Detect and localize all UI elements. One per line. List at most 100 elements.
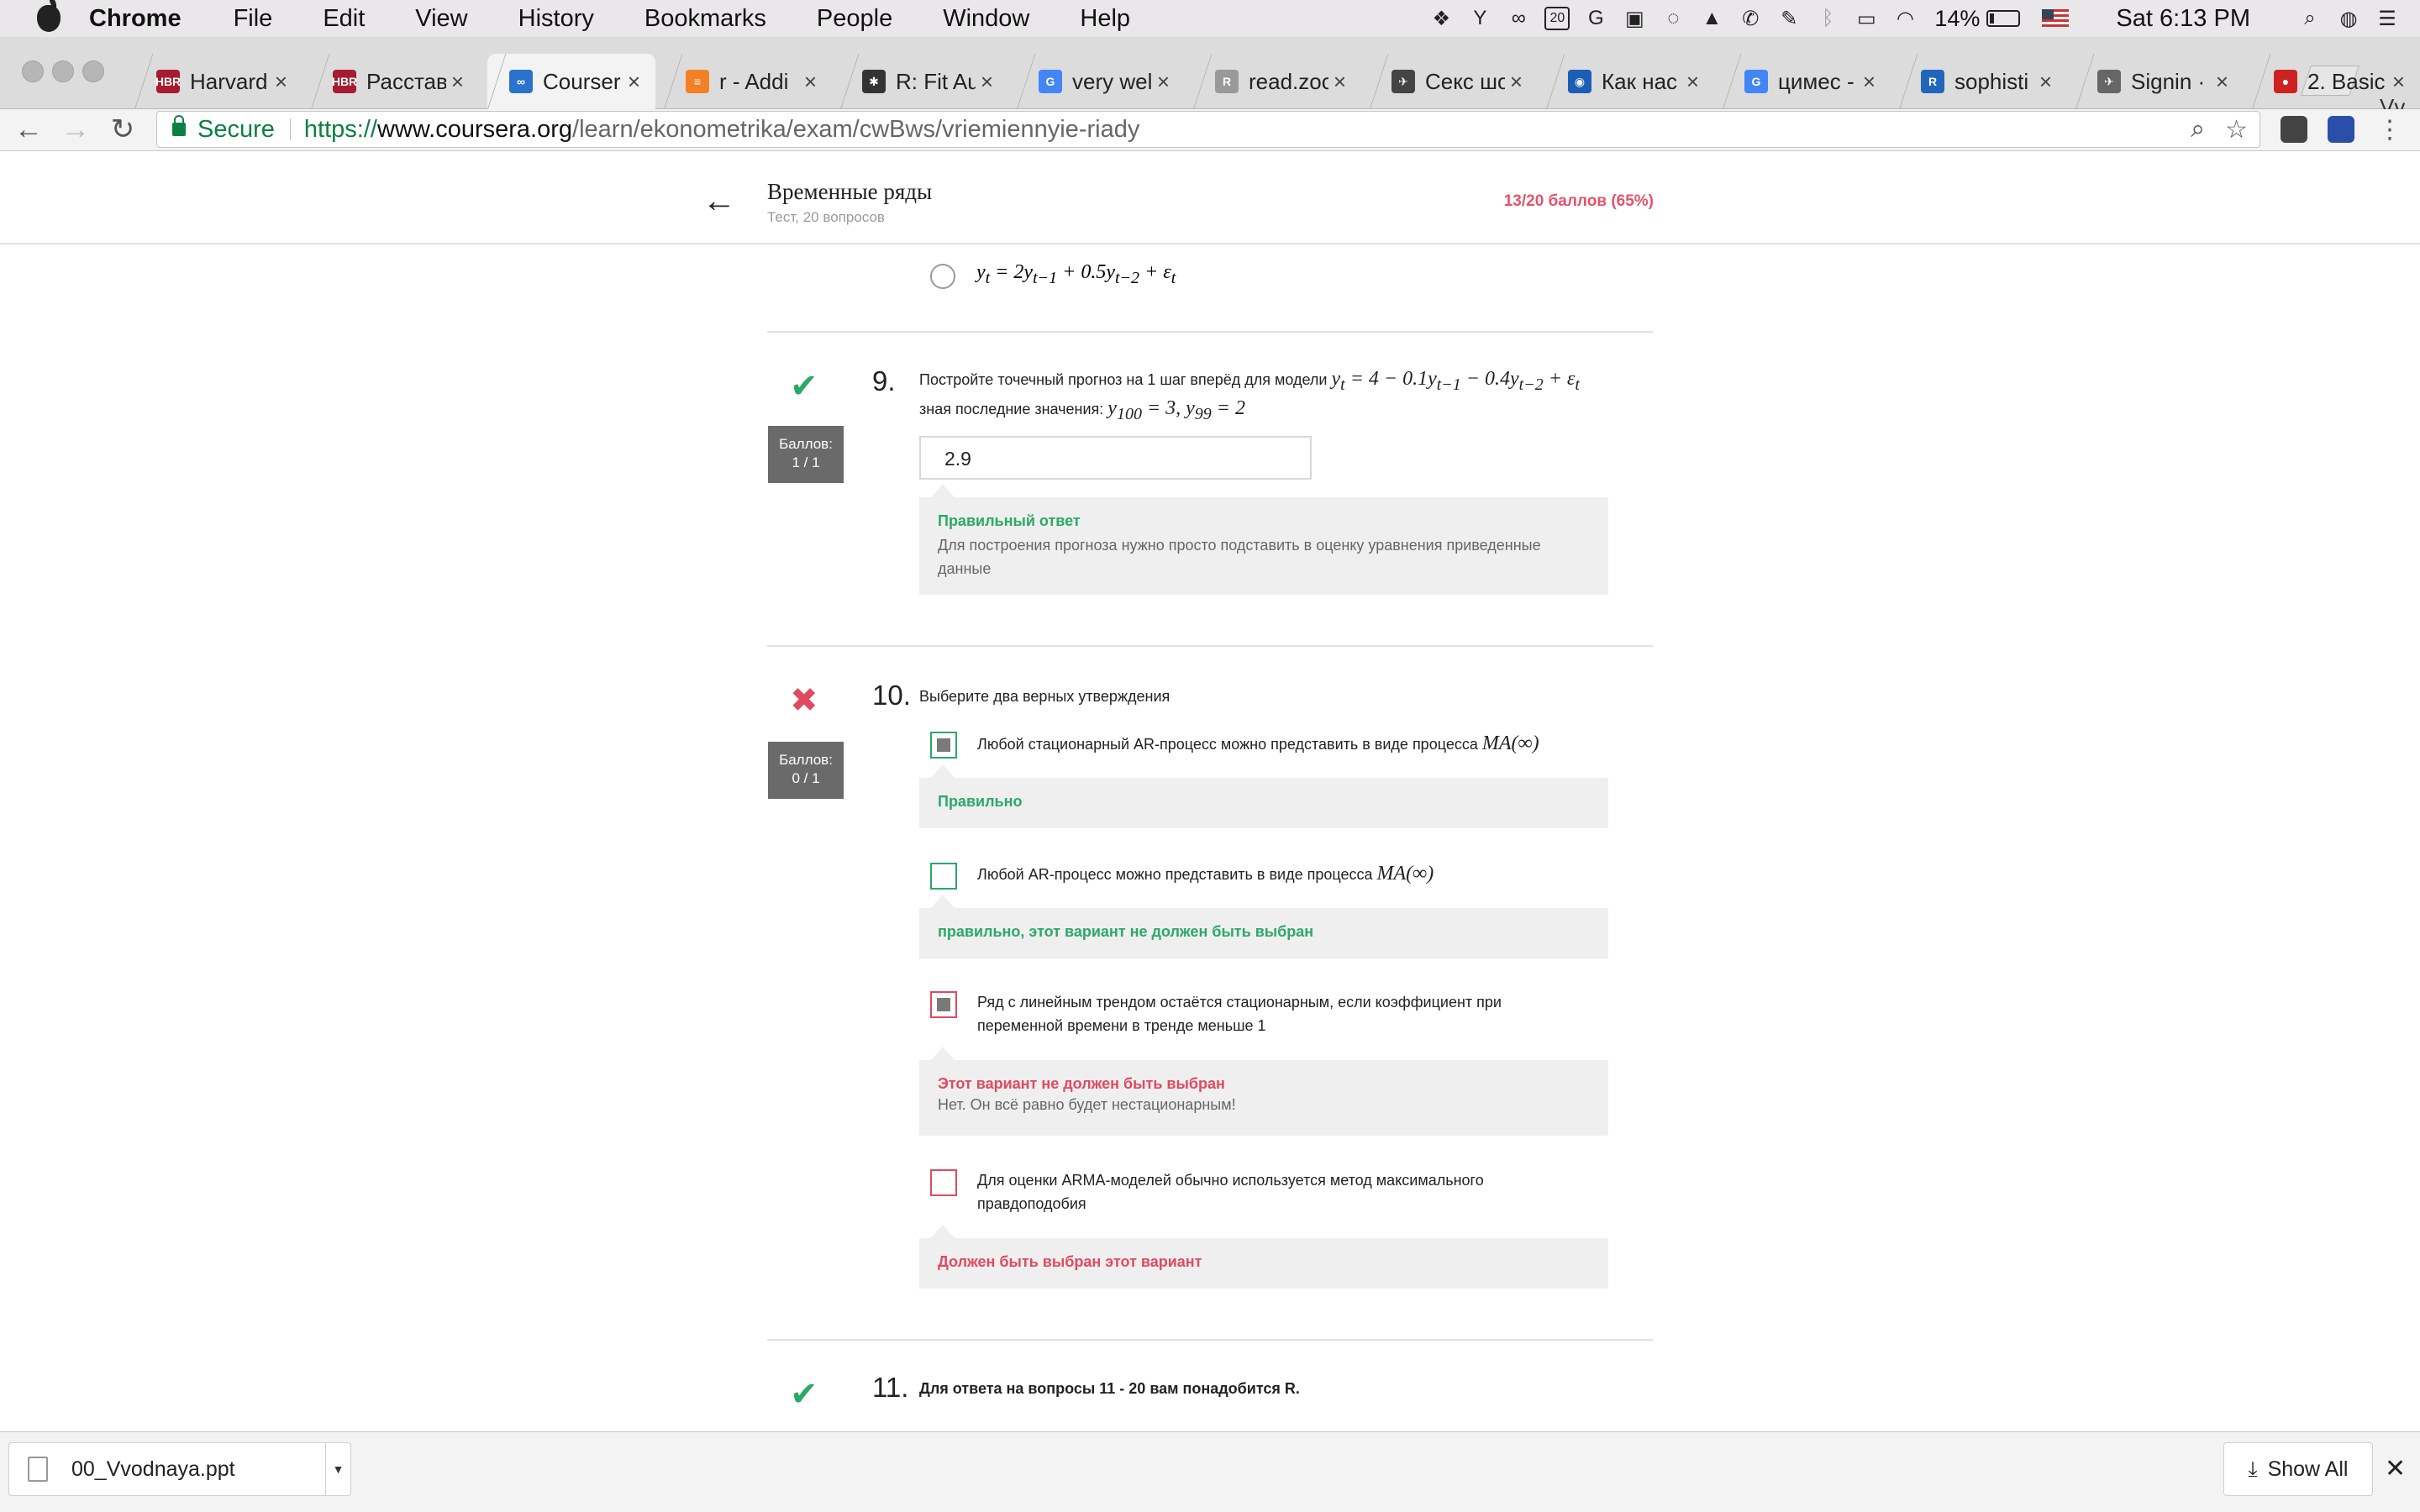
known-values-formula: y100 = 3, y99 = 2 — [1107, 396, 1245, 423]
tab-title: 2. Basic — [2307, 68, 2386, 94]
browser-tab[interactable]: Rread.zoo × — [1193, 54, 1361, 109]
browser-tab[interactable]: ✱ R: Fit Au × — [840, 54, 1008, 109]
evernote-icon[interactable]: ✎ — [1776, 6, 1802, 31]
menu-file[interactable]: File — [234, 5, 273, 33]
correct-check-icon: ✔ — [790, 368, 818, 405]
menu-help[interactable]: Help — [1080, 5, 1130, 33]
tab-close-icon[interactable]: × — [2392, 69, 2405, 95]
browser-tab[interactable]: Gvery wel × — [1017, 54, 1185, 109]
grammarly-icon[interactable]: G — [1583, 6, 1608, 31]
url-path: /learn/ekonometrika/exam/cwBws/vriemienn… — [572, 115, 1140, 143]
viber-icon[interactable]: ✆ — [1738, 6, 1763, 31]
browser-tab[interactable]: ✈ Signin · × — [2075, 54, 2244, 109]
fork-icon[interactable]: Y — [1467, 6, 1492, 31]
answer-checkbox[interactable] — [930, 991, 957, 1018]
browser-tab[interactable]: ≡ r - Addi × — [664, 54, 832, 109]
back-arrow-icon[interactable]: ← — [702, 182, 736, 220]
download-item[interactable]: 00_Vvodnaya.ppt ▼ — [8, 1442, 351, 1496]
tab-close-icon[interactable]: × — [1157, 69, 1170, 95]
tab-close-icon[interactable]: × — [1334, 69, 1346, 95]
zoom-icon[interactable]: ⌕ — [2191, 115, 2205, 144]
apple-menu-icon[interactable] — [37, 5, 60, 32]
window-zoom-button[interactable] — [82, 60, 104, 82]
browser-tab[interactable]: ✈ Секс шо × — [1370, 54, 1538, 109]
menu-window[interactable]: Window — [943, 5, 1029, 33]
tab-close-icon[interactable]: × — [628, 69, 640, 95]
extension-owl-icon[interactable] — [2281, 116, 2307, 143]
tab-close-icon[interactable]: × — [2216, 69, 2228, 95]
question-text: Постройте точечный прогноз на 1 шаг впер… — [919, 368, 1580, 423]
dropbox-icon[interactable]: ❖ — [1428, 6, 1454, 31]
close-shelf-icon[interactable]: ✕ — [2385, 1454, 2406, 1483]
wifi-icon[interactable]: ◠ — [1892, 6, 1918, 31]
tab-close-icon[interactable]: × — [981, 69, 993, 95]
tab-close-icon[interactable]: × — [804, 69, 817, 95]
bluetooth-icon[interactable]: ᛒ — [1815, 6, 1840, 31]
us-flag-input-icon[interactable] — [2042, 9, 2070, 28]
show-all-downloads-button[interactable]: ⤓ Show All — [2223, 1442, 2373, 1496]
chrome-menu-icon[interactable]: ⋮ — [2373, 113, 2407, 146]
sync-icon[interactable]: ◌ — [1660, 6, 1686, 31]
spotlight-search-icon[interactable]: ⌕ — [2297, 6, 2323, 31]
forward-icon[interactable]: → — [59, 113, 92, 146]
notification-center-icon[interactable]: ☰ — [2375, 6, 2400, 31]
window-minimize-button[interactable] — [52, 60, 74, 82]
address-bar[interactable]: Secure https:// www.coursera.org /learn/… — [156, 111, 2260, 148]
bookmark-icon[interactable]: ▣ — [1622, 6, 1647, 31]
feedback-title: Правильно — [938, 793, 1023, 810]
answer-checkbox[interactable] — [930, 863, 957, 890]
quiz-header: ← Временные ряды Тест, 20 вопросов 13/20… — [0, 152, 2420, 244]
answer-checkbox[interactable] — [930, 732, 957, 759]
user-avatar-icon[interactable]: ◍ — [2336, 6, 2361, 31]
opera-icon: ◉ — [1568, 70, 1591, 93]
bird-icon: ✈ — [1392, 70, 1415, 93]
tab-title: sophisti — [1954, 68, 2029, 94]
browser-tab[interactable]: HBR Harvard × — [134, 54, 302, 109]
answer-checkbox[interactable] — [930, 1169, 957, 1196]
option-text: Любой AR-процесс можно представить в вид… — [977, 863, 1434, 885]
chrome-tab-strip: HBR Harvard × HBR Расстав × ∞ Courser × ≡ r - Addi… — [0, 37, 2420, 119]
tab-close-icon[interactable]: × — [275, 69, 287, 95]
answer-radio[interactable] — [930, 264, 955, 289]
browser-tab[interactable]: ◉ Как нас × — [1546, 54, 1714, 109]
feedback-title: Должен быть выбран этот вариант — [938, 1253, 1202, 1270]
lock-icon — [172, 115, 186, 136]
browser-tab[interactable]: ∞ Courser × — [487, 54, 655, 109]
menu-edit[interactable]: Edit — [323, 5, 365, 33]
menu-app-name[interactable]: Chrome — [89, 5, 182, 33]
option-text: Для оценки ARMA-моделей обычно используе… — [977, 1172, 1484, 1212]
menu-people[interactable]: People — [817, 5, 892, 33]
tab-close-icon[interactable]: × — [2039, 69, 2052, 95]
tab-close-icon[interactable]: × — [1686, 69, 1699, 95]
feedback-title: Правильный ответ — [938, 512, 1081, 529]
window-close-button[interactable] — [22, 60, 44, 82]
feedback-body: Нет. Он всё равно будет нестационарным! — [938, 1096, 1236, 1113]
quiz-title: Временные ряды — [767, 179, 933, 204]
calendar-icon[interactable]: 20 — [1544, 7, 1570, 30]
airplay-icon[interactable]: ▭ — [1854, 6, 1879, 31]
reload-icon[interactable]: ↻ — [106, 113, 139, 146]
menu-clock[interactable]: Sat 6:13 PM — [2116, 5, 2250, 33]
download-options-arrow-icon[interactable]: ▼ — [325, 1443, 350, 1495]
answer-input[interactable]: 2.9 — [919, 436, 1312, 480]
menu-view[interactable]: View — [415, 5, 467, 33]
tab-close-icon[interactable]: × — [451, 69, 464, 95]
back-icon[interactable]: ← — [12, 113, 45, 146]
browser-tab[interactable]: HBR Расстав × — [311, 54, 479, 109]
feedback-box: Этот вариант не должен быть выбран Нет. … — [919, 1047, 1608, 1136]
tab-title: r - Addi — [719, 68, 789, 94]
menu-bookmarks[interactable]: Bookmarks — [644, 5, 766, 33]
bookmark-star-icon[interactable]: ☆ — [2225, 115, 2248, 144]
battery-icon[interactable] — [1986, 10, 2021, 27]
extension-vk-icon[interactable] — [2328, 116, 2354, 143]
url-scheme: https:// — [303, 115, 377, 143]
tab-close-icon[interactable]: × — [1510, 69, 1523, 95]
browser-tab[interactable]: Rsophisti × — [1899, 54, 2067, 109]
creative-cloud-icon[interactable]: ∞ — [1506, 6, 1531, 31]
drive-icon[interactable]: ▲ — [1699, 6, 1724, 31]
points-value: 0 / 1 — [792, 770, 820, 786]
menu-history[interactable]: History — [518, 5, 594, 33]
tab-close-icon[interactable]: × — [1863, 69, 1876, 95]
tab-title: Signin · — [2131, 68, 2206, 94]
browser-tab[interactable]: Gцимес - × — [1723, 54, 1891, 109]
